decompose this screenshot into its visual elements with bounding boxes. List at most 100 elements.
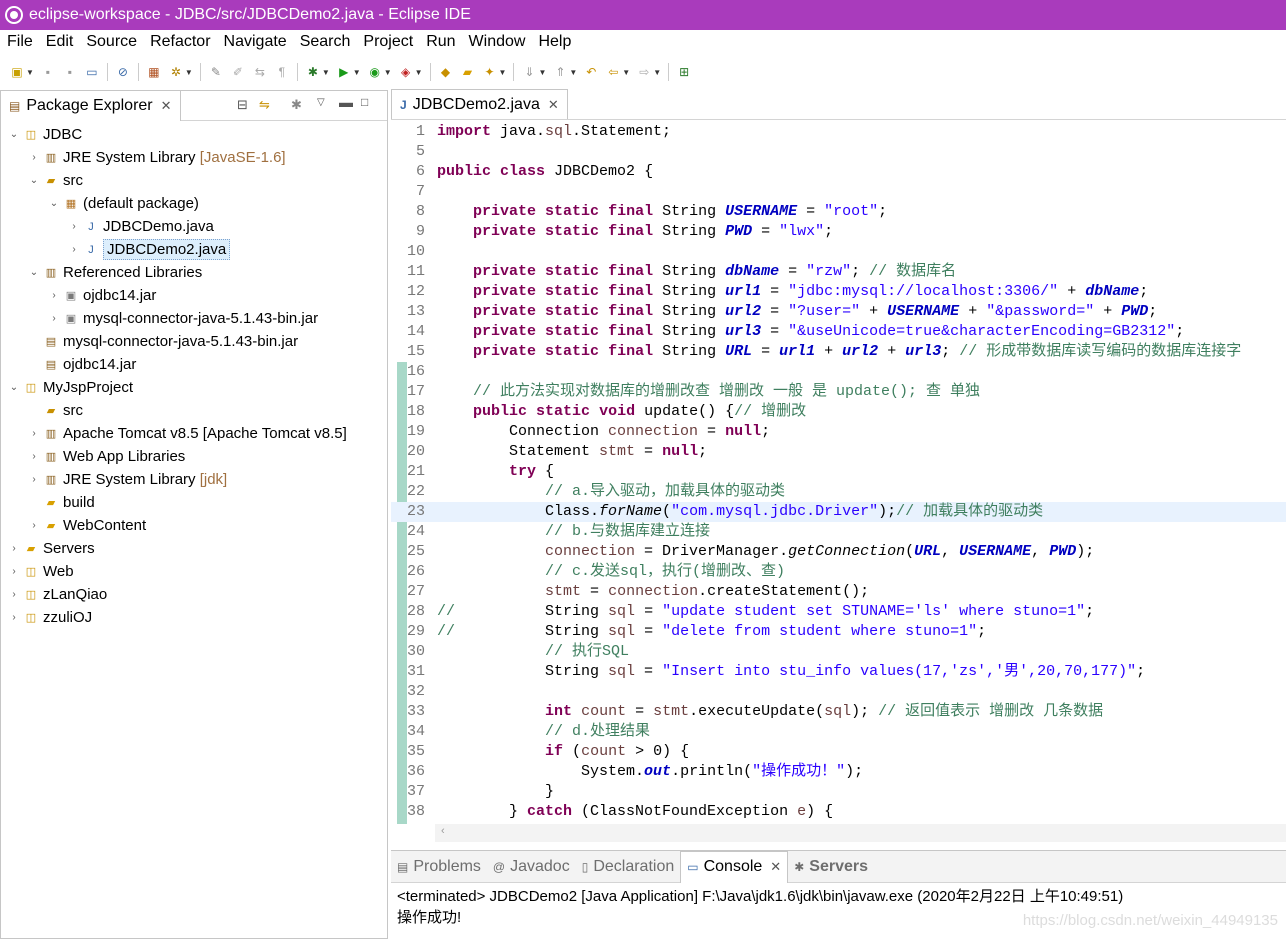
chevron-down-icon[interactable]: ▼ [622,68,630,77]
tree-item-web[interactable]: › ◫ Web [1,560,387,583]
code-line[interactable]: 5 [391,142,1286,162]
tree-item-jdbcdemo[interactable]: › J JDBCDemo.java [1,215,387,238]
menu-refactor[interactable]: Refactor [143,33,216,51]
code-line[interactable]: 1 import java.sql.Statement; [391,122,1286,142]
tree-item-referenced-libraries[interactable]: ⌄ ▥ Referenced Libraries [1,261,387,284]
tab-declaration[interactable]: ▯ Declaration [576,851,681,883]
tab-javadoc[interactable]: @ Javadoc [487,851,576,883]
code-line[interactable]: 36 System.out.println("操作成功！"); [391,762,1286,782]
code-line[interactable]: 14 private static final String url3 = "&… [391,322,1286,342]
collapse-icon[interactable]: › [27,152,41,163]
menu-navigate[interactable]: Navigate [217,33,293,51]
code-line[interactable]: 22 // a.导入驱动，加载具体的驱动类 [391,482,1286,502]
open-perspective-icon[interactable]: ⊞ [676,64,692,80]
collapse-icon[interactable]: › [47,313,61,324]
code-line[interactable]: 37 } [391,782,1286,802]
code-line[interactable]: 7 [391,182,1286,202]
code-line[interactable]: 19 Connection connection = null; [391,422,1286,442]
chevron-down-icon[interactable]: ▼ [384,68,392,77]
collapse-icon[interactable]: › [7,589,21,600]
scroll-left-icon[interactable]: ‹ [441,825,445,837]
close-icon[interactable]: ✕ [161,98,172,114]
code-line[interactable]: 30 // 执行SQL [391,642,1286,662]
paragraph-icon[interactable]: ¶ [274,64,290,80]
collapse-icon[interactable]: › [27,428,41,439]
tree-item-webcontent[interactable]: › ▰ WebContent [1,514,387,537]
code-line[interactable]: 33 int count = stmt.executeUpdate(sql); … [391,702,1286,722]
chevron-down-icon[interactable]: ▼ [353,68,361,77]
code-line[interactable]: 11 private static final String dbName = … [391,262,1286,282]
expand-icon[interactable]: ⌄ [27,175,41,186]
code-line[interactable]: 8 private static final String USERNAME =… [391,202,1286,222]
code-line[interactable]: 38 } catch (ClassNotFoundException e) { [391,802,1286,822]
chevron-down-icon[interactable]: ▼ [26,68,34,77]
code-line[interactable]: 15 private static final String URL = url… [391,342,1286,362]
menu-window[interactable]: Window [462,33,532,51]
tree-item-jre-jdk[interactable]: › ▥ JRE System Library [jdk] [1,468,387,491]
tab-package-explorer[interactable]: ▤ Package Explorer ✕ [1,90,181,121]
code-area[interactable]: 1 import java.sql.Statement; 5 6 public clas… [391,122,1286,824]
new-icon[interactable]: ▣ [9,64,25,80]
external-tools-icon[interactable]: ◈ [398,64,414,80]
tree-item-src[interactable]: ⌄ ▰ src [1,169,387,192]
code-line[interactable]: 31 String sql = "Insert into stu_info va… [391,662,1286,682]
code-line[interactable]: 6 public class JDBCDemo2 { [391,162,1286,182]
prev-annotation-icon[interactable]: ⇑ [552,64,568,80]
tree-item-jdbcdemo2[interactable]: › J JDBCDemo2.java [1,238,387,261]
save-icon[interactable]: ▪ [40,64,56,80]
save-all-icon[interactable]: ▪ [62,64,78,80]
code-line[interactable]: 25 connection = DriverManager.getConnect… [391,542,1286,562]
collapse-icon[interactable]: › [7,543,21,554]
collapse-icon[interactable]: › [7,612,21,623]
expand-icon[interactable]: ⌄ [47,198,61,209]
collapse-icon[interactable]: › [7,566,21,577]
format-icon[interactable]: ⇆ [252,64,268,80]
chevron-down-icon[interactable]: ▼ [185,68,193,77]
tab-console[interactable]: ▭ Console ✕ [680,850,789,883]
code-line[interactable]: 9 private static final String PWD = "lwx… [391,222,1286,242]
code-line[interactable]: 10 [391,242,1286,262]
next-annotation-icon[interactable]: ⇓ [521,64,537,80]
chevron-down-icon[interactable]: ▼ [569,68,577,77]
collapse-all-icon[interactable]: ⊟ [237,97,248,113]
code-line[interactable]: 24 // b.与数据库建立连接 [391,522,1286,542]
close-icon[interactable]: ✕ [548,97,559,113]
run-icon[interactable]: ▶ [336,64,352,80]
collapse-icon[interactable]: › [27,451,41,462]
tree-item-myjsp-src[interactable]: ▰ src [1,399,387,422]
tree-item-zlanqiao[interactable]: › ◫ zLanQiao [1,583,387,606]
tree-item-apache-tomcat[interactable]: › ▥ Apache Tomcat v8.5 [Apache Tomcat v8.5… [1,422,387,445]
tree-item-servers[interactable]: › ▰ Servers [1,537,387,560]
code-line[interactable]: 23 Class.forName("com.mysql.jdbc.Driver"… [391,502,1286,522]
code-line[interactable]: 12 private static final String url1 = "j… [391,282,1286,302]
collapse-icon[interactable]: › [27,520,41,531]
skip-breakpoints-icon[interactable]: ⊘ [115,64,131,80]
settings-icon[interactable]: ✲ [168,64,184,80]
menu-edit[interactable]: Edit [39,33,80,51]
tree-item-default-package[interactable]: ⌄ ▦ (default package) [1,192,387,215]
terminal-icon[interactable]: ▭ [84,64,100,80]
code-line[interactable]: 26 // c.发送sql，执行(增删改、查) [391,562,1286,582]
menu-help[interactable]: Help [531,33,577,51]
menu-source[interactable]: Source [79,33,143,51]
code-line[interactable]: 35 if (count > 0) { [391,742,1286,762]
collapse-icon[interactable]: › [47,290,61,301]
chevron-down-icon[interactable]: ▼ [322,68,330,77]
tree-item-ojdbc14-file[interactable]: ▤ ojdbc14.jar [1,353,387,376]
tree-item-build[interactable]: ▰ build [1,491,387,514]
collapse-icon[interactable]: › [27,474,41,485]
back-icon[interactable]: ⇦ [605,64,621,80]
forward-icon[interactable]: ⇨ [636,64,652,80]
expand-icon[interactable]: ⌄ [7,382,21,393]
tree-item-jdbc[interactable]: ⌄ ◫ JDBC [1,123,387,146]
chevron-down-icon[interactable]: ▼ [415,68,423,77]
view-menu-icon[interactable]: ▽ [317,97,325,108]
collapse-icon[interactable]: › [67,244,81,255]
menu-run[interactable]: Run [419,33,461,51]
code-line[interactable]: 27 stmt = connection.createStatement(); [391,582,1286,602]
chevron-down-icon[interactable]: ▼ [499,68,507,77]
menu-search[interactable]: Search [293,33,357,51]
code-line[interactable]: 32 [391,682,1286,702]
collapse-icon[interactable]: › [67,221,81,232]
tree-item-web-app-libraries[interactable]: › ▥ Web App Libraries [1,445,387,468]
